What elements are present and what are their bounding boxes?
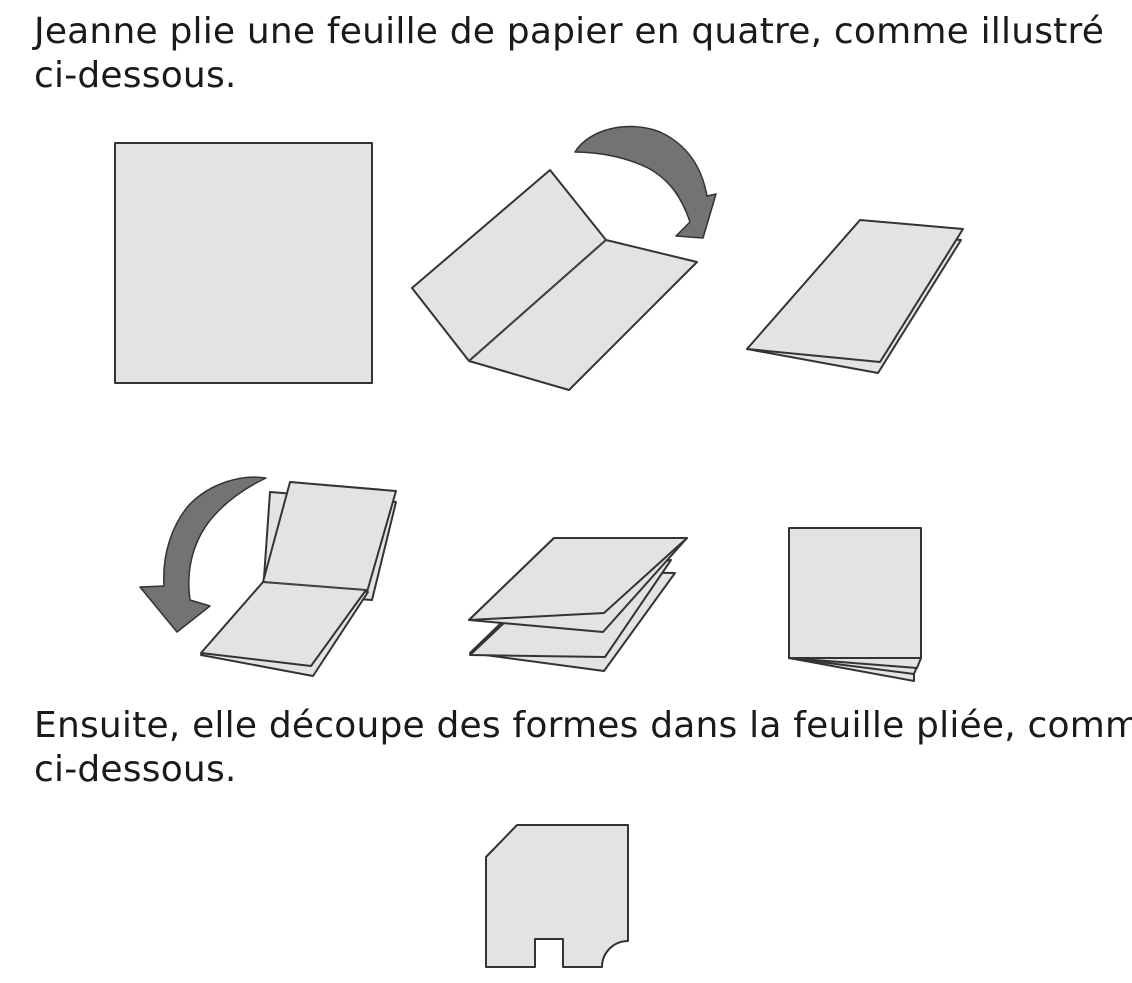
first-fold-opening: [411, 169, 698, 391]
folded-in-quarters-square: [788, 527, 922, 682]
flat-square-sheet: [114, 142, 373, 384]
cut-line-2: ci-dessous.: [34, 749, 237, 790]
second-fold-opening: [200, 481, 397, 677]
intro-line-1: Jeanne plie une feuille de papier en qua…: [34, 11, 1105, 52]
cut-line-1: Ensuite, elle découpe des formes dans la…: [34, 705, 1132, 746]
cut-paragraph: Ensuite, elle découpe des formes dans la…: [34, 704, 1132, 792]
intro-line-2: ci-dessous.: [34, 55, 237, 96]
folded-in-quarters-side: [468, 537, 688, 672]
curved-arrow-clockwise-icon: [574, 125, 717, 239]
folded-square-with-cutouts: [485, 824, 629, 968]
folded-in-half: [746, 219, 964, 374]
folding-steps-figure: [114, 125, 964, 682]
cut-shape-figure: [485, 824, 629, 968]
intro-paragraph: Jeanne plie une feuille de papier en qua…: [34, 10, 1104, 98]
